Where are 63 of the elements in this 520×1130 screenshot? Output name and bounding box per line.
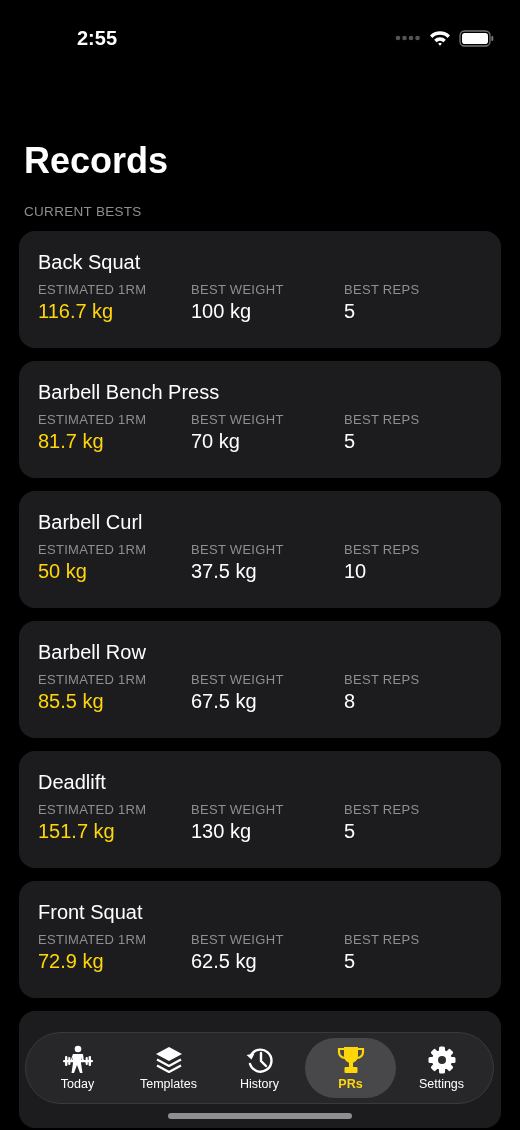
trophy-icon [335,1045,366,1075]
record-card[interactable]: Back Squat ESTIMATED 1RM 116.7 kg BEST WEIGHT 100 kg BEST REPS 5 [19,231,501,348]
metric-value: 62.5 kg [191,949,257,974]
exercise-name: Barbell Row [38,640,147,664]
exercise-name: Barbell Bench Press [38,380,221,404]
metric-label: BEST WEIGHT [191,542,284,558]
metric-label: BEST REPS [344,542,420,558]
metric-label: ESTIMATED 1RM [38,672,147,688]
metric-label: ESTIMATED 1RM [38,412,147,428]
section-header: CURRENT BESTS [24,204,143,219]
exercise-name: Deadlift [38,770,107,794]
metric-label: BEST WEIGHT [191,932,284,948]
metric-label: BEST REPS [344,932,420,948]
history-icon [244,1045,275,1075]
tab[interactable]: Templates [123,1038,214,1098]
metric-label: ESTIMATED 1RM [38,932,147,948]
metric-label: BEST REPS [344,672,420,688]
exercise-name: Back Squat [38,250,142,274]
metric-value: 72.9 kg [38,949,104,974]
metric-label: ESTIMATED 1RM [38,802,147,818]
settings-icon [426,1045,457,1075]
metric-value: 50 kg [38,559,87,584]
metric-value: 67.5 kg [191,689,257,714]
metric-label: BEST REPS [344,802,420,818]
wifi-icon [429,30,451,46]
status-time: 2:55 [77,26,118,50]
metric-value: 85.5 kg [38,689,104,714]
record-card[interactable]: Barbell Curl ESTIMATED 1RM 50 kg BEST WEIGHT 37.5 kg BEST REPS 10 [19,491,501,608]
metric-label: BEST WEIGHT [191,672,284,688]
record-card[interactable]: Barbell Row ESTIMATED 1RM 85.5 kg BEST WEIGHT 67.5 kg BEST REPS 8 [19,621,501,738]
metric-value: 100 kg [191,299,252,324]
weightlifter-icon [61,1045,94,1075]
metric-label: ESTIMATED 1RM [38,542,147,558]
battery-icon [459,29,494,47]
tab[interactable]: PRs [305,1038,396,1098]
metric-value: 116.7 kg [38,299,114,324]
page-title: Records [24,143,170,179]
metric-label: BEST REPS [344,412,420,428]
metric-value: 151.7 kg [38,819,115,844]
metric-value: 10 [344,559,367,584]
record-card[interactable]: Barbell Bench Press ESTIMATED 1RM 81.7 kg BEST WEIGHT 70 kg BEST REPS 5 [19,361,501,478]
metric-value: 5 [344,429,356,454]
exercise-name: Barbell Curl [38,510,144,534]
tab[interactable]: Today [32,1038,123,1098]
metric-value: 81.7 kg [38,429,104,454]
metric-value: 37.5 kg [191,559,257,584]
metric-label: BEST WEIGHT [191,282,284,298]
tab[interactable]: History [214,1038,305,1098]
record-card[interactable]: Front Squat ESTIMATED 1RM 72.9 kg BEST WEIGHT 62.5 kg BEST REPS 5 [19,881,501,998]
metric-value: 8 [344,689,356,714]
tab[interactable]: Settings [396,1038,487,1098]
metric-value: 130 kg [191,819,252,844]
metric-label: ESTIMATED 1RM [38,282,147,298]
metric-value: 5 [344,299,356,324]
metric-value: 70 kg [191,429,240,454]
metric-label: BEST WEIGHT [191,412,284,428]
metric-value: 5 [344,949,356,974]
metric-label: BEST WEIGHT [191,802,284,818]
metric-label: BEST REPS [344,282,420,298]
exercise-name: Front Squat [38,900,144,924]
metric-value: 5 [344,819,356,844]
record-card[interactable]: Deadlift ESTIMATED 1RM 151.7 kg BEST WEIGHT 130 kg BEST REPS 5 [19,751,501,868]
signal-icon [395,35,421,41]
